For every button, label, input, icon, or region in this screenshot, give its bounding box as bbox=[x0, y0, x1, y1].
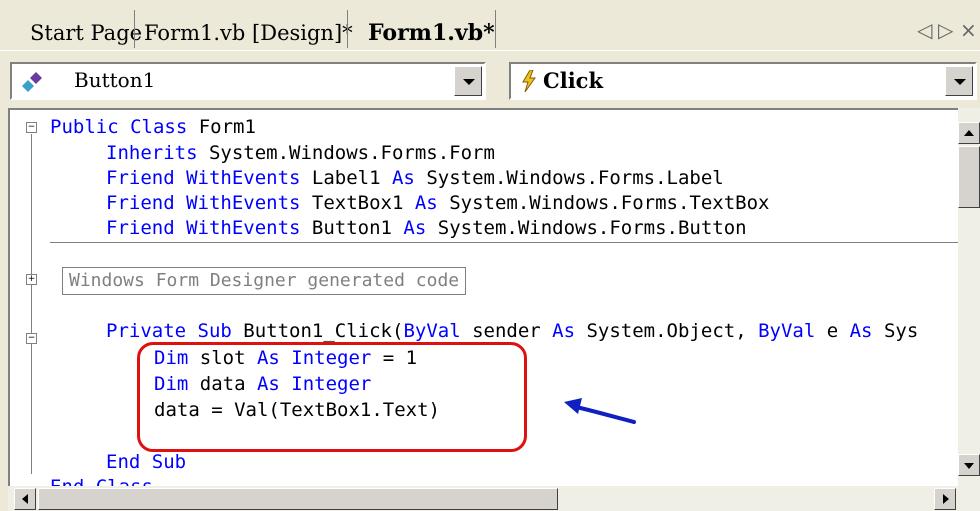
expand-icon[interactable]: + bbox=[26, 274, 37, 285]
chevron-down-icon bbox=[954, 79, 966, 85]
scroll-up-button[interactable] bbox=[958, 122, 980, 144]
code-line-label1: Friend WithEvents Label1 As System.Windo… bbox=[106, 167, 724, 189]
method-name-combo[interactable]: Click bbox=[509, 62, 977, 100]
class-combo-dropdown-button[interactable] bbox=[454, 66, 482, 96]
red-highlight-box bbox=[137, 342, 527, 452]
tab-scroll-right-icon[interactable]: ▷ bbox=[938, 18, 953, 42]
blue-arrow-icon bbox=[564, 398, 636, 424]
class-name-combo[interactable]: Button1 bbox=[10, 62, 486, 100]
document-tab-bar: Start Page Form1.vb [Design]* Form1.vb* … bbox=[0, 0, 980, 56]
class-icon bbox=[20, 72, 44, 96]
tab-start-page[interactable]: Start Page bbox=[30, 14, 142, 52]
arrow-left-icon bbox=[22, 494, 28, 504]
scroll-left-button[interactable] bbox=[14, 488, 36, 510]
arrow-up-icon bbox=[964, 130, 974, 136]
tab-separator bbox=[134, 10, 135, 48]
method-name-value: Click bbox=[543, 68, 604, 93]
arrow-down-icon bbox=[964, 463, 974, 469]
collapsed-region[interactable]: Windows Form Designer generated code bbox=[62, 267, 467, 295]
tab-form1-design[interactable]: Form1.vb [Design]* bbox=[144, 14, 353, 52]
vertical-scroll-thumb[interactable] bbox=[958, 146, 980, 208]
tab-separator bbox=[347, 10, 348, 48]
code-editor[interactable]: − + − Public Class Form1 Inherits System… bbox=[8, 108, 958, 486]
close-icon[interactable]: × bbox=[960, 18, 977, 42]
horizontal-scroll-thumb[interactable] bbox=[38, 488, 558, 510]
code-line-sub-declaration: Private Sub Button1_Click(ByVal sender A… bbox=[106, 320, 919, 342]
code-line-class-declaration: Public Class Form1 bbox=[50, 116, 256, 138]
collapse-icon[interactable]: − bbox=[26, 333, 37, 344]
method-combo-dropdown-button[interactable] bbox=[945, 66, 973, 96]
arrow-right-icon bbox=[943, 494, 949, 504]
tab-separator bbox=[495, 10, 496, 48]
scroll-right-button[interactable] bbox=[934, 488, 956, 510]
code-line-inherits: Inherits System.Windows.Forms.Form bbox=[106, 142, 495, 164]
lightning-event-icon bbox=[521, 69, 537, 96]
collapse-icon[interactable]: − bbox=[26, 122, 37, 133]
procedure-separator bbox=[50, 242, 958, 243]
tab-scroll-left-icon[interactable]: ◁ bbox=[917, 18, 932, 42]
code-line-button1: Friend WithEvents Button1 As System.Wind… bbox=[106, 217, 747, 239]
code-line-textbox1: Friend WithEvents TextBox1 As System.Win… bbox=[106, 192, 770, 214]
horizontal-scrollbar[interactable] bbox=[8, 486, 980, 511]
chevron-down-icon bbox=[463, 79, 475, 85]
tab-underline bbox=[0, 50, 980, 51]
scroll-down-button[interactable] bbox=[958, 454, 980, 476]
vertical-scrollbar[interactable] bbox=[958, 108, 980, 486]
outline-guide bbox=[31, 134, 32, 474]
class-name-value: Button1 bbox=[74, 68, 156, 92]
tab-form1-code[interactable]: Form1.vb* bbox=[368, 14, 495, 52]
code-line-end-class: End Class bbox=[50, 474, 153, 486]
code-line-end-sub: End Sub bbox=[106, 451, 187, 473]
